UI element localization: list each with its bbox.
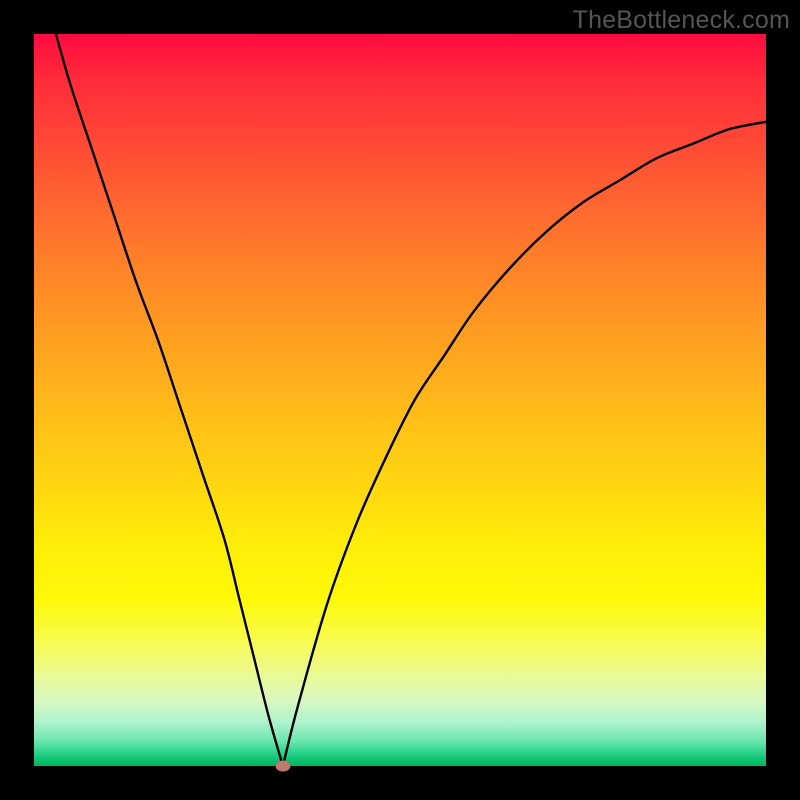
watermark-text: TheBottleneck.com bbox=[573, 6, 790, 35]
plot-area bbox=[34, 34, 766, 766]
bottleneck-curve bbox=[34, 34, 766, 766]
chart-frame: TheBottleneck.com bbox=[0, 0, 800, 800]
optimal-point-marker bbox=[275, 761, 290, 772]
